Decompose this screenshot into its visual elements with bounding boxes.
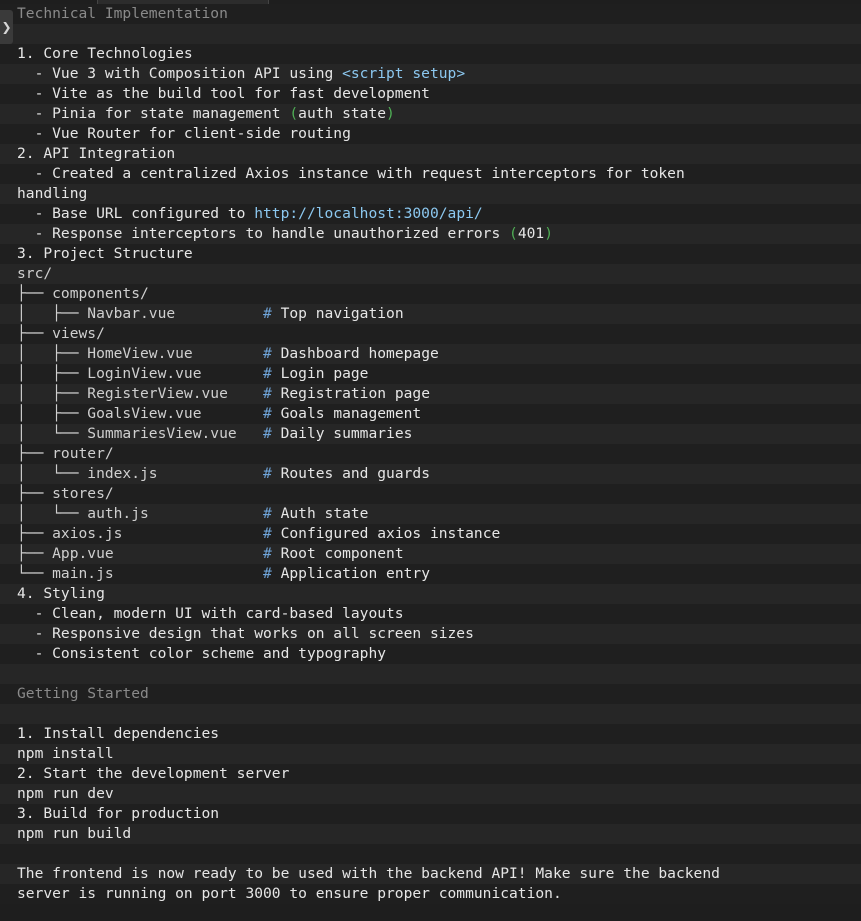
step-line: 3. Build for production [0,804,861,824]
api-item: - Base URL configured to http://localhos… [0,204,861,224]
tree-line: │ ├── HomeView.vue # Dashboard homepage [0,344,861,364]
blank-line [0,704,861,724]
tree-line: ├── App.vue # Root component [0,544,861,564]
api-item: handling [0,184,861,204]
closing-line: server is running on port 3000 to ensure… [0,884,861,904]
core-item: - Vue Router for client-side routing [0,124,861,144]
tree-line: ├── stores/ [0,484,861,504]
styling-item: - Consistent color scheme and typography [0,644,861,664]
tree-line: ├── router/ [0,444,861,464]
blank-line [0,844,861,864]
styling-item: - Responsive design that works on all sc… [0,624,861,644]
command-line: npm run dev [0,784,861,804]
styling-item: - Clean, modern UI with card-based layou… [0,604,861,624]
closing-line: The frontend is now ready to be used wit… [0,864,861,884]
chevron-right-icon[interactable]: ❯ [0,10,13,44]
tree-line: │ ├── RegisterView.vue # Registration pa… [0,384,861,404]
section-title: Technical Implementation [0,4,861,24]
tree-line: │ └── auth.js # Auth state [0,504,861,524]
tree-line: │ ├── Navbar.vue # Top navigation [0,304,861,324]
blank-line [0,24,861,44]
tree-line: ├── axios.js # Configured axios instance [0,524,861,544]
core-heading: 1. Core Technologies [0,44,861,64]
step-line: 1. Install dependencies [0,724,861,744]
tree-line: │ └── index.js # Routes and guards [0,464,861,484]
core-item: - Vite as the build tool for fast develo… [0,84,861,104]
tree-line: └── main.js # Application entry [0,564,861,584]
command-line: npm run build [0,824,861,844]
api-item: - Response interceptors to handle unauth… [0,224,861,244]
base-url-link[interactable]: http://localhost:3000/api/ [254,205,482,222]
styling-heading: 4. Styling [0,584,861,604]
structure-heading: 3. Project Structure [0,244,861,264]
command-line: npm install [0,744,861,764]
api-heading: 2. API Integration [0,144,861,164]
getting-started-title: Getting Started [0,684,861,704]
terminal-output: Technical Implementation 1. Core Technol… [0,4,861,904]
step-line: 2. Start the development server [0,764,861,784]
tree-line: ├── components/ [0,284,861,304]
tree-line: src/ [0,264,861,284]
tree-line: │ └── SummariesView.vue # Daily summarie… [0,424,861,444]
blank-line [0,664,861,684]
tree-line: │ ├── LoginView.vue # Login page [0,364,861,384]
tree-line: │ ├── GoalsView.vue # Goals management [0,404,861,424]
core-item: - Vue 3 with Composition API using <scri… [0,64,861,84]
tree-line: ├── views/ [0,324,861,344]
core-item: - Pinia for state management (auth state… [0,104,861,124]
api-item: - Created a centralized Axios instance w… [0,164,861,184]
